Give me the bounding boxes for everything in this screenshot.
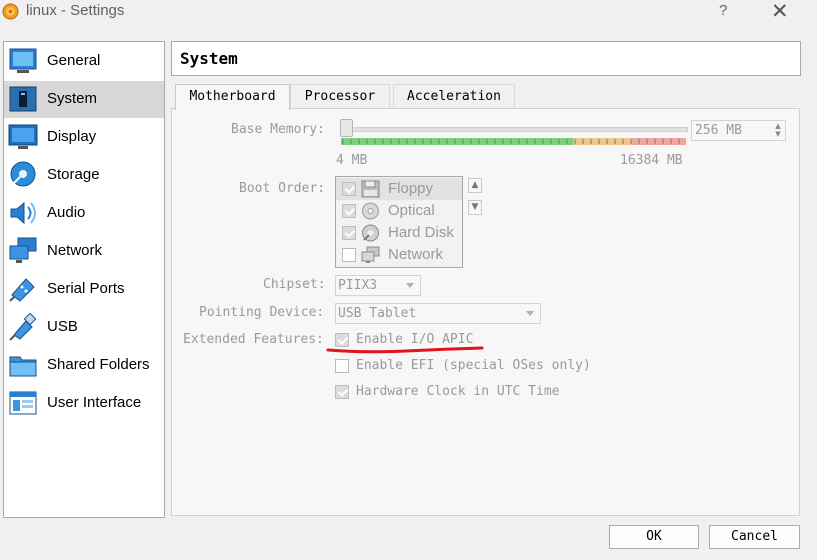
sidebar-item-serial-ports[interactable]: Serial Ports	[4, 271, 164, 308]
sidebar-item-label: General	[47, 52, 101, 69]
sidebar-item-label: USB	[47, 318, 78, 335]
storage-icon	[10, 161, 36, 187]
sidebar-item-usb[interactable]: USB	[4, 309, 164, 346]
sidebar-item-label: Shared Folders	[47, 356, 150, 373]
base-memory-label: Base Memory:	[231, 122, 325, 137]
base-memory-max: 16384 MB	[620, 153, 683, 168]
boot-floppy-checkbox[interactable]	[342, 182, 356, 196]
sidebar-item-label: Serial Ports	[47, 280, 125, 297]
close-button[interactable]: ✕	[771, 0, 789, 24]
cancel-button[interactable]: Cancel	[709, 525, 800, 549]
boot-item-network[interactable]: Network	[336, 244, 462, 266]
sidebar-item-label: Storage	[47, 166, 100, 183]
base-memory-slider[interactable]	[341, 127, 688, 132]
tab-processor[interactable]: Processor	[290, 84, 390, 109]
base-memory-value: 256 MB	[695, 123, 742, 138]
chevron-down-icon	[406, 283, 414, 288]
boot-optical-checkbox[interactable]	[342, 204, 356, 218]
boot-item-label: Optical	[388, 202, 435, 219]
move-up-button[interactable]: ▲	[468, 178, 482, 193]
boot-hard-disk-checkbox[interactable]	[342, 226, 356, 240]
hard-disk-icon	[362, 224, 379, 242]
chipset-label: Chipset:	[263, 277, 326, 292]
page-header: System	[171, 41, 801, 76]
sidebar-item-general[interactable]: General	[4, 43, 164, 80]
shared-folders-icon	[9, 356, 37, 377]
arrow-up-icon: ▲	[471, 180, 479, 190]
boot-item-optical[interactable]: Optical	[336, 200, 462, 222]
sidebar-item-system[interactable]: System	[4, 81, 164, 118]
pointing-device-select[interactable]: USB Tablet	[335, 303, 541, 324]
tab-acceleration[interactable]: Acceleration	[393, 84, 515, 109]
boot-item-label: Hard Disk	[388, 224, 454, 241]
window-title: linux - Settings	[26, 2, 125, 19]
base-memory-spinbox[interactable]: 256 MB ▲ ▼	[691, 120, 786, 141]
sidebar-item-display[interactable]: Display	[4, 119, 164, 156]
extended-features-label: Extended Features:	[183, 332, 324, 347]
utc-clock-label: Hardware Clock in UTC Time	[356, 384, 560, 399]
general-icon	[9, 48, 37, 73]
system-icon	[9, 86, 37, 112]
pointing-device-label: Pointing Device:	[199, 305, 325, 320]
sidebar-item-label: Display	[47, 128, 97, 145]
sidebar-item-label: Network	[47, 242, 103, 259]
title-bar: linux - Settings ? ✕	[0, 0, 817, 26]
user-interface-icon	[9, 391, 37, 415]
serial-ports-icon	[9, 278, 35, 302]
chevron-down-icon	[526, 311, 534, 316]
base-memory-min: 4 MB	[336, 153, 368, 168]
sidebar-item-label: User Interface	[47, 394, 142, 411]
boot-network-checkbox[interactable]	[342, 248, 356, 262]
optical-icon	[362, 202, 379, 220]
floppy-icon	[361, 180, 380, 198]
base-memory-slider-thumb[interactable]	[340, 119, 353, 137]
boot-order-list[interactable]: Floppy Optical Hard Disk Network	[335, 176, 463, 268]
arrow-down-icon: ▼	[471, 202, 479, 212]
ok-button[interactable]: OK	[609, 525, 699, 549]
tab-label: Processor	[304, 89, 376, 104]
sidebar-item-network[interactable]: Network	[4, 233, 164, 270]
spin-down-icon[interactable]: ▼	[773, 130, 783, 138]
tab-motherboard[interactable]: Motherboard	[175, 84, 290, 110]
boot-item-floppy[interactable]: Floppy	[336, 178, 462, 200]
boot-item-label: Floppy	[388, 180, 434, 197]
sidebar-item-audio[interactable]: Audio	[4, 195, 164, 232]
efi-checkbox[interactable]	[335, 359, 349, 373]
display-icon	[8, 124, 38, 149]
sidebar-item-label: System	[47, 90, 98, 107]
efi-label: Enable EFI (special OSes only)	[356, 358, 591, 373]
boot-order-label: Boot Order:	[239, 181, 326, 196]
spin-arrows[interactable]: ▲ ▼	[773, 122, 783, 139]
tab-label: Acceleration	[407, 89, 501, 104]
utc-clock-checkbox[interactable]	[335, 385, 349, 399]
base-memory-scale	[341, 138, 686, 145]
boot-item-hard-disk[interactable]: Hard Disk	[336, 222, 462, 244]
sidebar-item-shared-folders[interactable]: Shared Folders	[4, 347, 164, 384]
sidebar-item-user-interface[interactable]: User Interface	[4, 385, 164, 422]
chipset-value: PIIX3	[338, 278, 378, 293]
move-down-button[interactable]: ▼	[468, 200, 482, 215]
spin-up-icon[interactable]: ▲	[773, 122, 783, 130]
boot-item-label: Network	[388, 246, 444, 263]
tab-label: Motherboard	[189, 89, 276, 104]
sidebar-item-storage[interactable]: Storage	[4, 157, 164, 194]
network-boot-icon	[361, 246, 380, 263]
network-icon	[9, 237, 37, 263]
page-title: System	[180, 49, 238, 68]
usb-icon	[9, 313, 37, 341]
pointing-device-value: USB Tablet	[338, 306, 417, 321]
settings-sidebar: General System Display Storage Audio Net…	[3, 41, 165, 518]
help-button[interactable]: ?	[719, 2, 727, 19]
sidebar-item-label: Audio	[47, 204, 86, 221]
audio-icon	[10, 201, 36, 225]
app-icon	[2, 3, 19, 20]
red-underline-annotation	[326, 346, 484, 354]
chipset-select[interactable]: PIIX3	[335, 275, 421, 296]
